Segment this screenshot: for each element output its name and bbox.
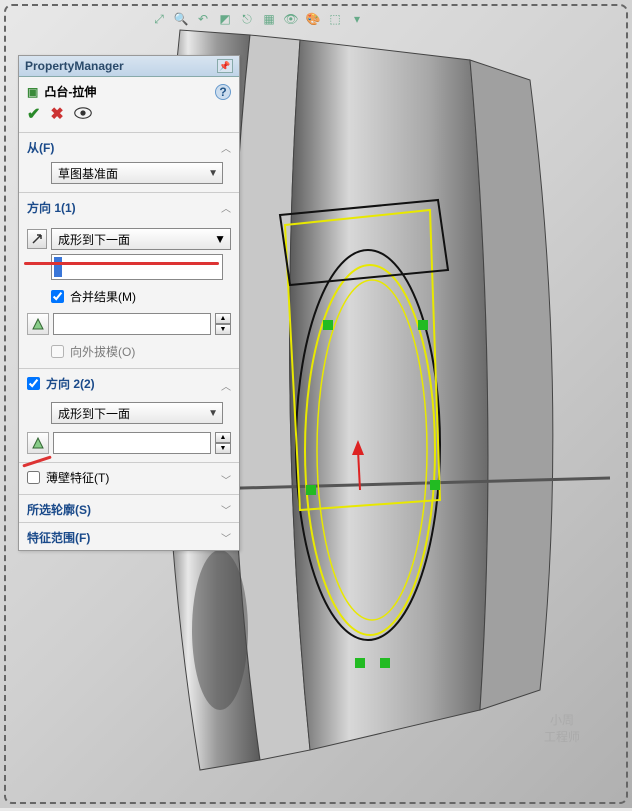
view-orient-icon[interactable]: ⎋: [238, 10, 256, 28]
heads-up-toolbar: ⤢ 🔍 ↶ ◩ ⎋ ▦ 👁 🎨 ⬚ ▾: [150, 10, 366, 28]
chevron-down-icon: ▼: [208, 168, 218, 179]
chevron-up-icon: ︿: [221, 378, 231, 393]
hide-show-icon[interactable]: 👁: [282, 10, 300, 28]
scope-label: 特征范围(F): [27, 529, 90, 546]
section-thin-header[interactable]: 薄壁特征(T) ﹀: [19, 463, 239, 494]
draft-icon[interactable]: [27, 313, 49, 335]
chevron-up-icon: ︿: [221, 140, 231, 155]
prev-view-icon[interactable]: ↶: [194, 10, 212, 28]
watermark: 小周 工程师: [517, 683, 607, 773]
zoom-fit-icon[interactable]: ⤢: [150, 10, 168, 28]
cancel-button[interactable]: ✖: [50, 104, 63, 124]
chevron-down-icon: ▼: [208, 408, 218, 419]
detailed-preview-icon[interactable]: [74, 107, 92, 122]
chevron-down-icon: ﹀: [221, 472, 231, 487]
pushpin-icon[interactable]: 📌: [217, 59, 233, 73]
section-view-icon[interactable]: ◩: [216, 10, 234, 28]
section-dir2-header[interactable]: 方向 2(2) ︿: [19, 369, 239, 400]
section-contours-header[interactable]: 所选轮廓(S) ﹀: [19, 495, 239, 522]
extrude-icon: ▣: [27, 85, 38, 99]
dir1-end-condition-combo[interactable]: 成形到下一面 ▼: [51, 228, 231, 250]
chevron-up-icon: ︿: [221, 200, 231, 215]
contours-label: 所选轮廓(S): [27, 501, 91, 518]
merge-result-label: 合并结果(M): [70, 288, 136, 305]
section-thin: 薄壁特征(T) ﹀: [19, 463, 239, 495]
dir1-selection-box[interactable]: [51, 254, 223, 280]
draft-outward-checkbox: [51, 345, 64, 358]
chevron-down-icon: ▼: [214, 232, 226, 246]
draft-spinner[interactable]: ▲▼: [215, 313, 231, 335]
pm-title: PropertyManager: [25, 59, 124, 73]
view-settings-icon[interactable]: ▾: [348, 10, 366, 28]
section-scope-header[interactable]: 特征范围(F) ﹀: [19, 523, 239, 550]
pm-header: PropertyManager 📌: [19, 56, 239, 77]
section-dir1-header[interactable]: 方向 1(1) ︿: [19, 193, 239, 220]
dir2-enable-checkbox[interactable]: [27, 377, 40, 390]
draft-outward-label: 向外拔模(O): [70, 343, 135, 360]
section-from-header[interactable]: 从(F) ︿: [19, 133, 239, 160]
dir2-draft-spinner[interactable]: ▲▼: [215, 432, 231, 454]
section-scope: 特征范围(F) ﹀: [19, 523, 239, 550]
draft-angle-field[interactable]: [53, 313, 211, 335]
appearance-icon[interactable]: 🎨: [304, 10, 322, 28]
reverse-direction-button[interactable]: [27, 229, 47, 249]
scene-icon[interactable]: ⬚: [326, 10, 344, 28]
dir2-draft-field[interactable]: [53, 432, 211, 454]
dir1-end-value: 成形到下一面: [58, 231, 130, 248]
section-from: 从(F) ︿ 草图基准面 ▼: [19, 133, 239, 193]
dir1-label: 方向 1(1): [27, 199, 76, 216]
merge-result-checkbox[interactable]: [51, 290, 64, 303]
feature-title-row: ▣ 凸台-拉伸 ?: [19, 77, 239, 102]
action-bar: ✔ ✖: [19, 102, 239, 133]
from-combo[interactable]: 草图基准面 ▼: [51, 162, 223, 184]
ok-button[interactable]: ✔: [27, 104, 40, 124]
thin-label: 薄壁特征(T): [46, 469, 109, 486]
from-label: 从(F): [27, 139, 54, 156]
feature-name: 凸台-拉伸: [44, 83, 96, 100]
from-value: 草图基准面: [58, 165, 118, 182]
section-direction2: 方向 2(2) ︿ 成形到下一面 ▼ ▲▼: [19, 369, 239, 463]
thin-feature-checkbox[interactable]: [27, 471, 40, 484]
dir2-end-condition-combo[interactable]: 成形到下一面 ▼: [51, 402, 223, 424]
section-direction1: 方向 1(1) ︿ 成形到下一面 ▼ 合并结果(M): [19, 193, 239, 369]
dir2-draft-icon[interactable]: [27, 432, 49, 454]
property-manager-panel: PropertyManager 📌 ▣ 凸台-拉伸 ? ✔ ✖ 从(F) ︿ 草…: [18, 55, 240, 551]
zoom-area-icon[interactable]: 🔍: [172, 10, 190, 28]
display-style-icon[interactable]: ▦: [260, 10, 278, 28]
section-contours: 所选轮廓(S) ﹀: [19, 495, 239, 523]
dir2-end-value: 成形到下一面: [58, 405, 130, 422]
chevron-down-icon: ﹀: [221, 502, 231, 517]
chevron-down-icon: ﹀: [221, 530, 231, 545]
annotation-redline: [24, 262, 219, 265]
dir2-label: 方向 2(2): [46, 375, 95, 392]
help-icon[interactable]: ?: [215, 84, 231, 100]
